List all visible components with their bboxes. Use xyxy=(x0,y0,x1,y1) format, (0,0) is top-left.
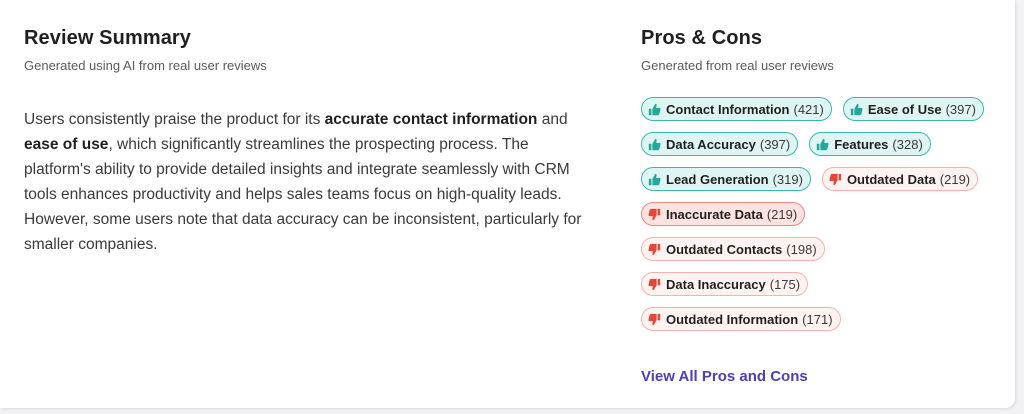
summary-highlight: accurate contact information xyxy=(324,111,538,128)
con-chip-outdated-contacts[interactable]: Outdated Contacts (198) xyxy=(641,237,825,261)
thumbs-down-icon xyxy=(648,243,661,256)
chip-label: Data Accuracy xyxy=(666,136,756,152)
chip-label: Inaccurate Data xyxy=(666,206,763,222)
con-chip-outdated-information[interactable]: Outdated Information (171) xyxy=(641,307,841,331)
review-summary-text: Users consistently praise the product fo… xyxy=(24,107,594,257)
review-summary-title: Review Summary xyxy=(24,27,192,49)
pros-cons-title: Pros & Cons xyxy=(641,27,763,49)
chip-label: Contact Information xyxy=(666,101,790,117)
pro-chip-data-accuracy[interactable]: Data Accuracy (397) xyxy=(641,132,799,156)
chip-label: Outdated Contacts xyxy=(666,241,783,257)
con-chip-inaccurate-data[interactable]: Inaccurate Data (219) xyxy=(641,202,806,226)
thumbs-up-icon xyxy=(648,103,661,116)
chip-label: Outdated Information xyxy=(666,311,799,327)
thumbs-down-icon xyxy=(648,278,661,291)
chip-count: (319) xyxy=(772,171,803,187)
thumbs-down-icon xyxy=(829,173,842,186)
thumbs-up-icon xyxy=(648,173,661,186)
chip-row: Inaccurate Data (219) xyxy=(641,202,1011,226)
chip-count: (421) xyxy=(793,101,824,117)
con-chip-outdated-data[interactable]: Outdated Data (219) xyxy=(821,167,979,191)
pro-chip-lead-generation[interactable]: Lead Generation (319) xyxy=(641,167,811,191)
chip-label: Features xyxy=(834,136,889,152)
pro-chip-features[interactable]: Features (328) xyxy=(809,132,931,156)
review-summary-section: Review Summary Generated using AI from r… xyxy=(24,24,594,257)
chip-label: Lead Generation xyxy=(666,171,769,187)
summary-text-segment: and xyxy=(537,111,568,128)
chip-row: Contact Information (421) Ease of Use (397) xyxy=(641,97,1011,121)
summary-highlight: ease of use xyxy=(24,136,109,153)
chip-count: (175) xyxy=(769,276,801,292)
view-all-pros-cons-link[interactable]: View All Pros and Cons xyxy=(641,366,808,388)
chip-count: (198) xyxy=(786,241,817,257)
chip-label: Ease of Use xyxy=(867,101,942,117)
chip-row: Outdated Contacts (198) xyxy=(641,237,1011,261)
chip-label: Outdated Data xyxy=(846,171,936,187)
chip-row: Data Inaccuracy (175) xyxy=(641,272,1011,296)
pros-cons-section: Pros & Cons Generated from real user rev… xyxy=(641,24,1011,342)
thumbs-down-icon xyxy=(648,313,661,326)
thumbs-up-icon xyxy=(648,138,661,151)
chip-row: Lead Generation (319) Outdated Data (219) xyxy=(641,167,1011,191)
chip-count: (171) xyxy=(802,311,833,327)
pros-cons-subtitle: Generated from real user reviews xyxy=(641,58,834,73)
pro-chip-contact-information[interactable]: Contact Information (421) xyxy=(641,97,832,121)
review-card: Review Summary Generated using AI from r… xyxy=(0,0,1015,408)
summary-text-segment: , which significantly streamlines the pr… xyxy=(24,136,582,253)
thumbs-down-icon xyxy=(648,208,661,221)
pro-chip-ease-of-use[interactable]: Ease of Use (397) xyxy=(842,97,984,121)
chip-count: (328) xyxy=(892,136,923,152)
thumbs-up-icon xyxy=(850,103,863,116)
chip-label: Data Inaccuracy xyxy=(666,276,766,292)
thumbs-up-icon xyxy=(816,138,829,151)
chip-count: (219) xyxy=(939,171,971,187)
chip-count: (219) xyxy=(766,206,798,222)
summary-text-segment: Users consistently praise the product fo… xyxy=(24,111,325,128)
chip-count: (397) xyxy=(759,136,791,152)
pros-cons-chip-list: Contact Information (421) Ease of Use (397)… xyxy=(641,97,1011,331)
chip-count: (397) xyxy=(945,101,976,117)
chip-row: Outdated Information (171) xyxy=(641,307,1011,331)
review-summary-subtitle: Generated using AI from real user review… xyxy=(24,58,267,73)
chip-row: Data Accuracy (397) Features (328) xyxy=(641,132,1011,156)
con-chip-data-inaccuracy[interactable]: Data Inaccuracy (175) xyxy=(641,272,809,296)
